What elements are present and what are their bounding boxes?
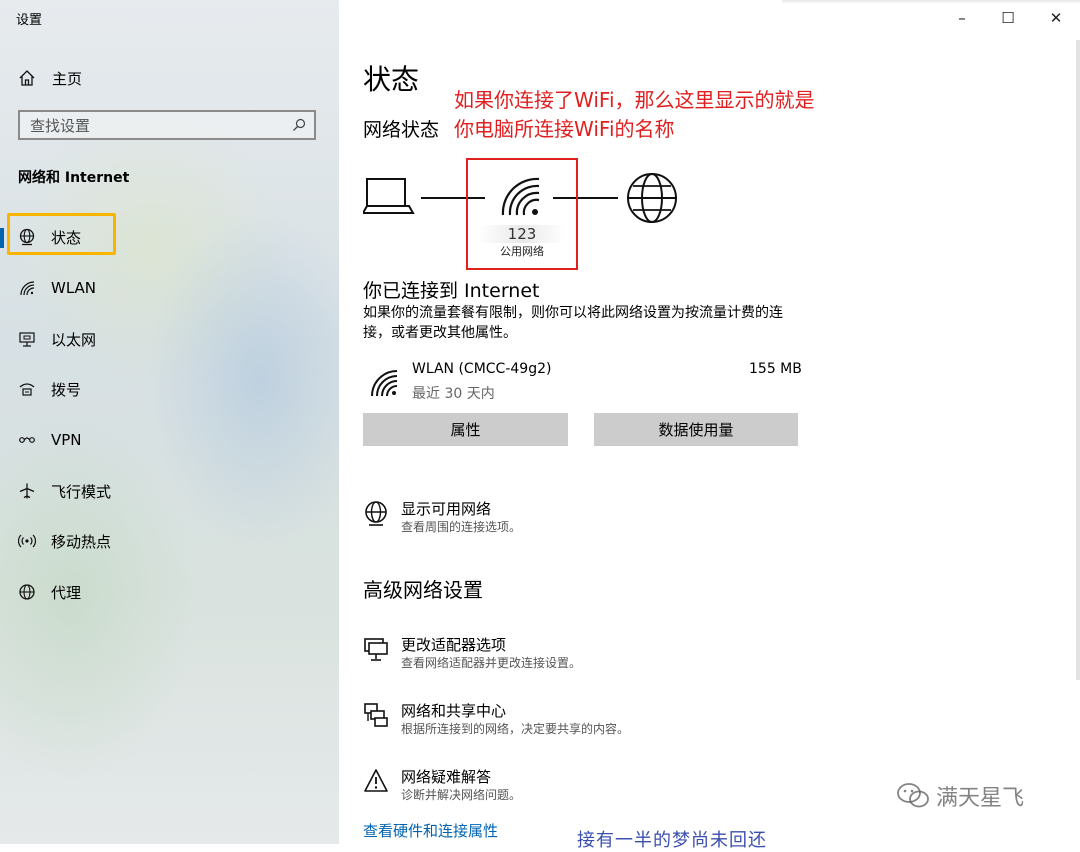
adapter-icon bbox=[364, 638, 388, 661]
globe-icon bbox=[365, 501, 387, 526]
sidebar: 设置 主页 查找设置 网络和 Internet 状态 WLAN 以太网 拨号 V… bbox=[0, 0, 339, 844]
laptop-icon bbox=[363, 178, 415, 214]
sidebar-item-vpn[interactable]: VPN bbox=[0, 420, 339, 460]
minimize-button[interactable]: – bbox=[950, 8, 974, 28]
search-input[interactable]: 查找设置 bbox=[18, 110, 316, 140]
wlan-time-range: 最近 30 天内 bbox=[412, 386, 495, 402]
sidebar-item-label: 移动热点 bbox=[51, 532, 112, 551]
search-placeholder: 查找设置 bbox=[30, 116, 91, 135]
advanced-settings-title: 高级网络设置 bbox=[363, 578, 483, 602]
ethernet-icon bbox=[19, 332, 35, 347]
close-button[interactable]: ✕ bbox=[1044, 8, 1068, 28]
airplane-icon bbox=[19, 483, 35, 499]
sidebar-item-proxy[interactable]: 代理 bbox=[0, 572, 339, 612]
home-icon bbox=[19, 70, 35, 86]
title-bar-shadow bbox=[782, 0, 1080, 4]
page-title: 状态 bbox=[363, 63, 420, 96]
wlan-usage: 155 MB bbox=[749, 361, 802, 377]
sidebar-item-label: 拨号 bbox=[51, 380, 82, 399]
main-pane: – ☐ ✕ 状态 网络状态 如果你连接了WiFi，那么这里显示的就是你电脑所连接… bbox=[339, 0, 1080, 851]
network-status-label: 网络状态 bbox=[363, 119, 440, 141]
sidebar-item-wlan[interactable]: WLAN bbox=[0, 268, 339, 308]
app-title: 设置 bbox=[16, 13, 43, 28]
connected-title: 你已连接到 Internet bbox=[363, 280, 540, 302]
adapter-options-subtitle: 查看网络适配器并更改连接设置。 bbox=[401, 656, 582, 670]
wlan-name: WLAN (CMCC-49g2) bbox=[412, 361, 552, 377]
status-highlight-box bbox=[7, 213, 116, 255]
section-title: 网络和 Internet bbox=[18, 170, 130, 186]
sidebar-item-label: WLAN bbox=[51, 279, 97, 297]
maximize-button[interactable]: ☐ bbox=[996, 8, 1020, 28]
wifi-icon bbox=[371, 370, 398, 397]
adapter-options-title: 更改适配器选项 bbox=[401, 636, 507, 654]
troubleshoot-subtitle: 诊断并解决网络问题。 bbox=[401, 788, 522, 802]
hardware-properties-link[interactable]: 查看硬件和连接属性 bbox=[363, 820, 498, 841]
sharing-center-subtitle: 根据所连接到的网络，决定要共享的内容。 bbox=[401, 722, 630, 736]
network-name: 123 bbox=[479, 225, 565, 243]
home-link[interactable]: 主页 bbox=[18, 66, 82, 90]
sharing-center-title: 网络和共享中心 bbox=[401, 702, 507, 720]
sidebar-item-label: VPN bbox=[51, 431, 82, 449]
watermark: 满天星飞 bbox=[896, 780, 1024, 812]
sharing-center-icon bbox=[364, 703, 388, 727]
network-type: 公用网络 bbox=[500, 245, 544, 258]
data-usage-button[interactable]: 数据使用量 bbox=[594, 413, 798, 446]
home-label: 主页 bbox=[52, 69, 83, 88]
vpn-icon bbox=[19, 437, 35, 443]
connection-description: 如果你的流量套餐有限制，则你可以将此网络设置为按流量计费的连接，或者更改其他属性… bbox=[363, 305, 783, 341]
dialup-icon bbox=[19, 383, 35, 396]
show-networks-title: 显示可用网络 bbox=[401, 500, 492, 518]
overlay-caption-text: 接有一半的梦尚未回还 bbox=[577, 830, 767, 851]
properties-button[interactable]: 属性 bbox=[363, 413, 568, 446]
wechat-icon bbox=[897, 783, 929, 808]
scrollbar[interactable] bbox=[1076, 40, 1080, 680]
sidebar-item-hotspot[interactable]: 移动热点 bbox=[0, 521, 339, 561]
sidebar-item-label: 以太网 bbox=[51, 330, 97, 349]
warning-icon bbox=[364, 769, 388, 792]
sidebar-item-airplane[interactable]: 飞行模式 bbox=[0, 471, 339, 511]
annotation-text: 如果你连接了WiFi，那么这里显示的就是你电脑所连接WiFi的名称 bbox=[454, 88, 815, 141]
sidebar-item-dialup[interactable]: 拨号 bbox=[0, 369, 339, 409]
search-icon bbox=[293, 118, 306, 131]
hotspot-icon bbox=[18, 534, 36, 548]
troubleshoot-title: 网络疑难解答 bbox=[401, 768, 492, 786]
sidebar-item-label: 飞行模式 bbox=[51, 482, 112, 501]
wifi-icon bbox=[20, 281, 35, 296]
globe-icon bbox=[19, 584, 35, 600]
watermark-text: 满天星飞 bbox=[936, 786, 1025, 811]
internet-globe-icon bbox=[627, 173, 677, 223]
sidebar-item-ethernet[interactable]: 以太网 bbox=[0, 319, 339, 359]
show-networks-subtitle: 查看周围的连接选项。 bbox=[401, 520, 522, 534]
sidebar-item-label: 代理 bbox=[51, 583, 82, 602]
